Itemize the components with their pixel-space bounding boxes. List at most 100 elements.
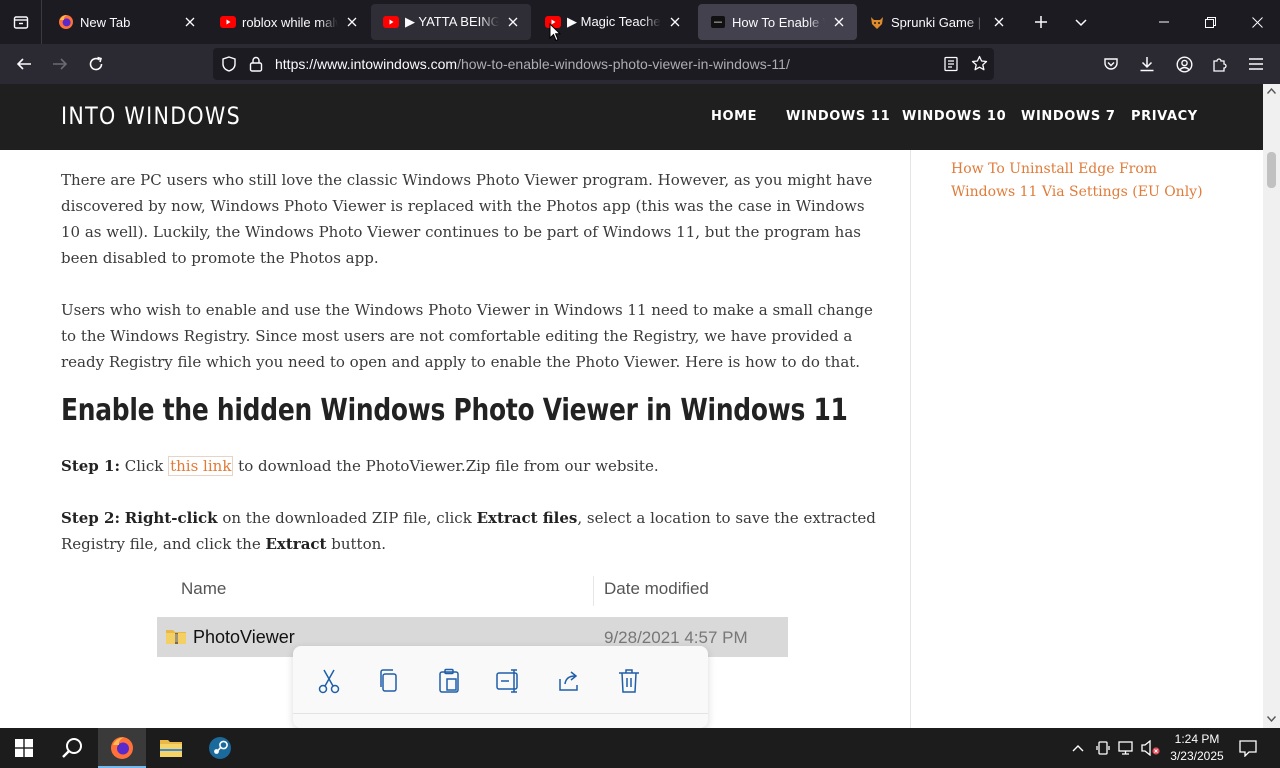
step-text: button. [326,535,387,553]
taskbar-firefox[interactable] [98,728,146,768]
menu-item-home[interactable]: HOME [711,109,757,124]
context-menu-toolbar [293,646,708,728]
restore-button[interactable] [1187,0,1233,44]
hamburger-menu-icon [1249,58,1263,70]
sidebar-related-post-link[interactable]: How To Uninstall Edge From Windows 11 Vi… [951,158,1221,204]
tab-title: roblox while malware [242,14,338,30]
back-button[interactable] [8,48,40,80]
firefox-icon [58,14,74,30]
site-header: INTO WINDOWS HOME WINDOWS 11 WINDOWS 10 … [0,84,1263,150]
downloads-button[interactable] [1131,48,1163,80]
youtube-icon [220,14,236,30]
close-tab-icon[interactable] [991,14,1007,30]
pocket-icon [1104,58,1118,70]
close-window-button[interactable] [1234,0,1280,44]
tab-new-tab[interactable]: New Tab [46,4,208,40]
list-all-tabs-button[interactable] [1065,6,1097,38]
article-paragraph: Users who wish to enable and use the Win… [61,301,873,371]
article-paragraph: There are PC users who still love the cl… [61,171,873,267]
file-name: PhotoViewer [193,627,295,647]
taskbar-clock[interactable]: 1:24 PM 3/23/2025 [1164,731,1230,765]
start-button[interactable] [0,728,48,768]
site-title-link[interactable]: INTO WINDOWS [61,102,241,130]
copy-icon [374,666,404,696]
url-text[interactable]: https://www.intowindows.com/how-to-enabl… [275,56,790,72]
steam-icon [209,737,231,759]
puzzle-piece-icon [1213,58,1227,72]
file-date: 9/28/2021 4:57 PM [604,628,748,647]
taskbar-file-explorer[interactable] [147,728,195,768]
menu-item-windows-10[interactable]: WINDOWS 10 [902,109,1006,124]
column-separator [593,576,594,606]
step-bold-text: Right-click [124,509,218,527]
reload-button[interactable] [80,48,112,80]
step-text: to download the PhotoViewer.Zip file fro… [233,457,659,475]
search-icon [62,738,82,758]
new-tab-button[interactable] [1025,6,1057,38]
column-header-date: Date modified [604,579,709,598]
step-label: Step 1: [61,457,120,475]
close-tab-icon[interactable] [344,14,360,30]
scrollbar-thumb[interactable] [1267,152,1276,188]
url-host: https://www.intowindows.com [275,56,458,72]
firefox-view-icon [13,16,28,29]
menu-item-windows-11[interactable]: WINDOWS 11 [786,109,890,124]
firefox-view-button[interactable] [0,0,42,44]
tab-youtube-roblox[interactable]: roblox while malware [208,4,370,40]
tab-intowindows-active[interactable]: How To Enable Windo [698,4,857,40]
account-icon [1175,55,1193,73]
app-menu-button[interactable] [1240,48,1272,80]
delete-trash-icon [614,666,644,696]
tab-youtube-yatta[interactable]: ▶ YATTA BEING CA [371,4,531,40]
close-tab-icon[interactable] [667,14,683,30]
step-1-paragraph: Step 1: Click this link to download the … [61,453,876,479]
article-screenshot-image: Name Date modified PhotoViewer 9/28/2021… [157,562,788,728]
close-tab-icon[interactable] [505,14,521,30]
network-ethernet-icon [1118,741,1133,755]
scroll-down-arrow-icon[interactable] [1267,716,1276,722]
close-tab-icon[interactable] [831,14,847,30]
close-tab-icon[interactable] [182,14,198,30]
bookmark-star-icon[interactable] [971,55,988,77]
restore-icon [1204,16,1216,28]
notifications-button[interactable] [1234,728,1262,768]
minimize-button[interactable] [1141,0,1187,44]
menu-item-privacy[interactable]: PRIVACY [1131,109,1198,124]
tab-sprunki[interactable]: Sprunki Game | Play [857,4,1017,40]
notification-icon [1239,739,1257,757]
address-bar[interactable]: https://www.intowindows.com/how-to-enabl… [213,48,994,80]
clock-time: 1:24 PM [1174,732,1220,746]
padlock-icon[interactable] [249,56,263,77]
page-scrollbar[interactable] [1263,84,1280,728]
step-text: Click [120,457,169,475]
tray-volume-icon[interactable] [1140,728,1162,768]
tray-device-icon[interactable] [1093,728,1113,768]
extensions-button[interactable] [1204,48,1236,80]
step-2-paragraph: Step 2: Right-click on the downloaded ZI… [61,505,876,557]
zip-folder-icon [166,630,186,644]
chevron-up-icon [1072,745,1084,752]
pocket-button[interactable] [1095,48,1127,80]
web-page: INTO WINDOWS HOME WINDOWS 11 WINDOWS 10 … [0,84,1263,728]
mouse-cursor-icon [549,23,561,42]
menu-item-windows-7[interactable]: WINDOWS 7 [1021,109,1116,124]
download-link[interactable]: this link [168,456,234,476]
scroll-up-arrow-icon[interactable] [1267,88,1276,94]
clock-date: 3/23/2025 [1170,749,1224,763]
forward-button[interactable] [44,48,76,80]
context-menu-separator [293,713,708,714]
account-button[interactable] [1168,48,1200,80]
tray-network-icon[interactable] [1116,728,1138,768]
reader-view-icon[interactable] [943,56,959,77]
search-button[interactable] [48,728,96,768]
reload-icon [89,56,103,71]
forward-arrow-icon [53,58,68,70]
show-hidden-icons-button[interactable] [1068,728,1088,768]
paste-icon [434,666,464,696]
tracking-protection-shield-icon[interactable] [221,56,237,77]
tab-title: How To Enable Windo [732,14,825,30]
taskbar-steam[interactable] [196,728,244,768]
intowindows-favicon [710,14,726,30]
cut-icon [314,666,344,696]
close-icon [1251,16,1263,28]
